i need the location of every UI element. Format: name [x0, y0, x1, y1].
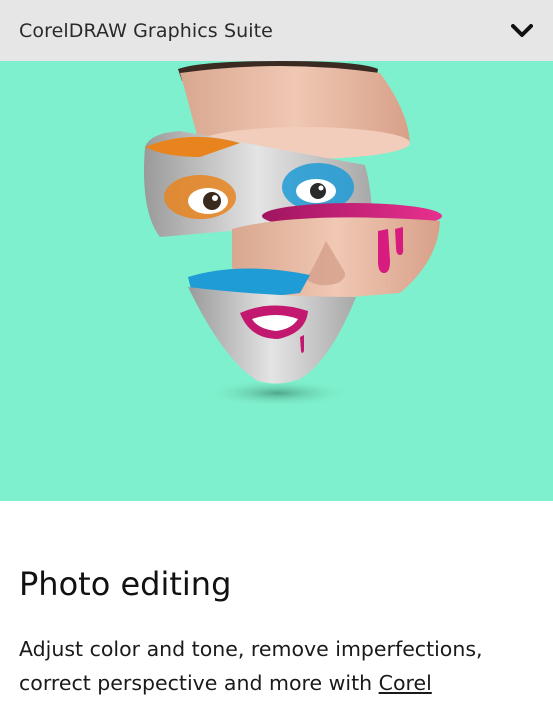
corel-link[interactable]: Corel — [379, 671, 432, 695]
sliced-face-artwork — [0, 61, 553, 501]
site-header[interactable]: CorelDRAW Graphics Suite — [0, 0, 553, 61]
header-title: CorelDRAW Graphics Suite — [19, 19, 273, 42]
section-body: Adjust color and tone, remove imperfecti… — [19, 632, 534, 700]
hero-image — [0, 61, 553, 501]
feature-section: Photo editing Adjust color and tone, rem… — [0, 501, 553, 709]
chevron-down-icon[interactable] — [510, 19, 534, 43]
section-title: Photo editing — [19, 565, 232, 603]
